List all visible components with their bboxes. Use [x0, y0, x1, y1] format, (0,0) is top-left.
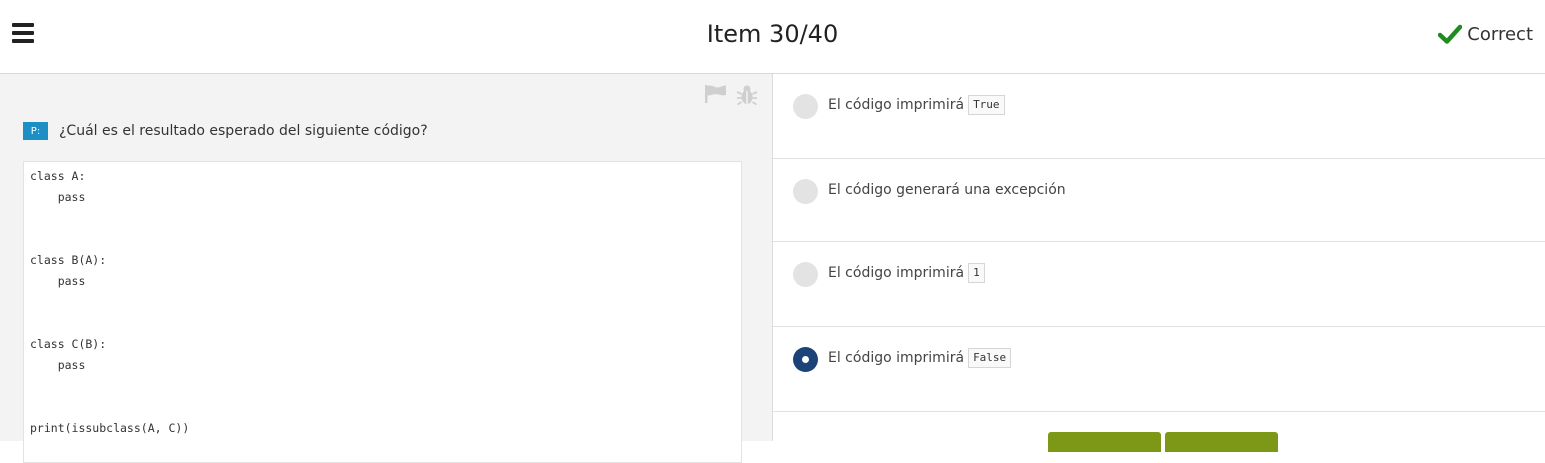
code-line: class B(A):	[30, 253, 107, 267]
code-line: pass	[30, 358, 86, 372]
answer-text: El código generará una excepción	[828, 182, 1066, 198]
answer-label: El código imprimirá False	[828, 348, 1012, 368]
checkmark-icon	[1438, 24, 1463, 44]
code-line: print(issubclass(A, C))	[30, 421, 190, 435]
divider	[773, 411, 1545, 412]
status-text: Correct	[1467, 23, 1533, 45]
code-line: pass	[30, 274, 86, 288]
answer-code: True	[968, 95, 1005, 115]
answer-text: El código imprimirá	[828, 350, 965, 366]
code-line: pass	[30, 190, 86, 204]
item-counter-title: Item 30/40	[706, 20, 839, 48]
bug-icon[interactable]	[736, 84, 758, 106]
question-badge: P:	[23, 122, 48, 140]
answer-label: El código imprimirá 1	[828, 263, 985, 283]
question-row: P: ¿Cuál es el resultado esperado del si…	[23, 122, 428, 140]
answer-text: El código imprimirá	[828, 97, 965, 113]
answer-code: False	[968, 348, 1012, 368]
code-block: class A: pass class B(A): pass class C(B…	[23, 161, 742, 463]
answer-code: 1	[968, 263, 985, 283]
question-panel: P: ¿Cuál es el resultado esperado del si…	[0, 74, 773, 463]
flag-icon[interactable]	[704, 84, 728, 104]
answer-text: El código imprimirá	[828, 265, 965, 281]
question-text: ¿Cuál es el resultado esperado del sigui…	[59, 123, 428, 139]
status-indicator: Correct	[1438, 21, 1533, 47]
code-line: class A:	[30, 169, 86, 183]
action-button-left[interactable]	[1048, 432, 1161, 452]
action-button-right[interactable]	[1165, 432, 1278, 452]
radio-button-selected[interactable]	[793, 347, 818, 372]
answer-option[interactable]: El código generará una excepción	[773, 159, 1545, 241]
answer-option[interactable]: El código imprimirá True	[773, 74, 1545, 158]
radio-button[interactable]	[793, 262, 818, 287]
radio-button[interactable]	[793, 94, 818, 119]
answers-panel: El código imprimirá True El código gener…	[773, 74, 1545, 452]
answer-label: El código imprimirá True	[828, 95, 1005, 115]
answer-option[interactable]: El código imprimirá False	[773, 327, 1545, 411]
radio-button[interactable]	[793, 179, 818, 204]
top-bar: Item 30/40 Correct	[0, 0, 1545, 74]
code-line: class C(B):	[30, 337, 107, 351]
answer-label: El código generará una excepción	[828, 182, 1066, 198]
answer-option[interactable]: El código imprimirá 1	[773, 242, 1545, 326]
